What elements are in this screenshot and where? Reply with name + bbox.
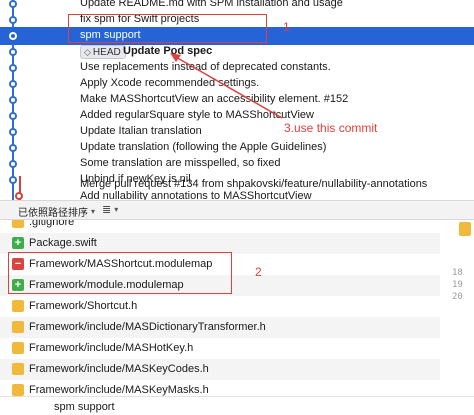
commit-message: Added regularSquare style to MASShortcut… [80,109,314,121]
annotation-note: 3.use this commit [284,121,378,135]
commit-dot [9,80,17,88]
commit-message: Some translation are misspelled, so fixe… [80,157,281,169]
head-tag: ◇ HEAD [80,45,126,59]
sort-dropdown[interactable]: 已依照路径排序 ▾ [18,204,95,219]
tag-icon: ◇ [84,46,91,57]
file-row[interactable]: Framework/include/MASHotKey.h [0,338,440,359]
line-number: 19 [452,280,463,290]
commit-dot [9,96,17,104]
line-number: 18 [452,268,463,278]
commit-message: Update Italian translation [80,125,202,137]
commit-message: Update translation (following the Apple … [80,141,327,153]
file-name: Framework/include/MASHotKey.h [29,342,194,354]
file-row[interactable]: Framework/Shortcut.h [0,296,440,317]
annotation-box-2 [8,252,232,294]
file-name: Framework/include/MASDictionaryTransform… [29,321,266,333]
commit-message: Update README.md with SPM installation a… [80,0,343,9]
commit-dot [9,160,17,168]
chevron-down-icon: ▾ [91,207,96,216]
file-name: Framework/Shortcut.h [29,300,138,312]
file-name: Package.swift [29,237,97,249]
file-name: .gitignore [29,220,75,228]
file-row[interactable]: .gitignore [0,220,440,233]
changed-files-list: .gitignore + Package.swift − Framework/M… [0,220,474,396]
commit-dot [9,64,17,72]
file-name: Framework/include/MASKeyMasks.h [29,384,209,396]
annotation-label-1: 1 [283,20,290,34]
commit-dot [9,144,17,152]
list-icon: ≣ [102,204,112,216]
head-tag-label: HEAD [92,46,121,58]
file-row[interactable]: Framework/include/MASKeyCodes.h [0,359,440,380]
commit-detail-message: spm support [54,401,115,413]
commit-message: Make MASShortcutView an accessibility el… [80,93,349,105]
commit-dot [15,192,23,200]
file-row[interactable]: Framework/include/MASKeyMasks.h [0,380,440,396]
commit-detail-bar: spm support [0,396,474,415]
commit-dot [9,112,17,120]
chevron-down-icon: ▾ [114,205,119,214]
modified-icon [12,321,24,333]
added-icon: + [12,237,24,249]
modified-icon [12,384,24,396]
view-mode-dropdown[interactable]: ≣ ▾ [102,203,118,216]
commit-dot [9,128,17,136]
commit-dot [9,32,17,40]
commit-message: Apply Xcode recommended settings. [80,77,260,89]
commit-message: Use replacements instead of deprecated c… [80,61,331,73]
file-row[interactable]: + Package.swift [0,233,440,254]
commit-dot [9,48,17,56]
annotation-label-2: 2 [255,265,262,279]
file-name: Framework/include/MASKeyCodes.h [29,363,209,375]
commit-dot [9,16,17,24]
modified-icon [12,363,24,375]
file-list-toolbar: 已依照路径排序 ▾ ≣ ▾ [0,200,474,220]
file-row[interactable]: Framework/include/MASDictionaryTransform… [0,317,440,338]
commit-message: Update Pod spec [123,45,213,57]
annotation-box-1 [68,14,267,43]
modified-icon [12,300,24,312]
line-number: 20 [452,292,463,302]
modified-icon [12,220,24,228]
modified-icon [12,342,24,354]
diff-change-marker [459,222,471,236]
sort-dropdown-label: 已依照路径排序 [18,208,88,219]
commit-dot [9,0,17,8]
